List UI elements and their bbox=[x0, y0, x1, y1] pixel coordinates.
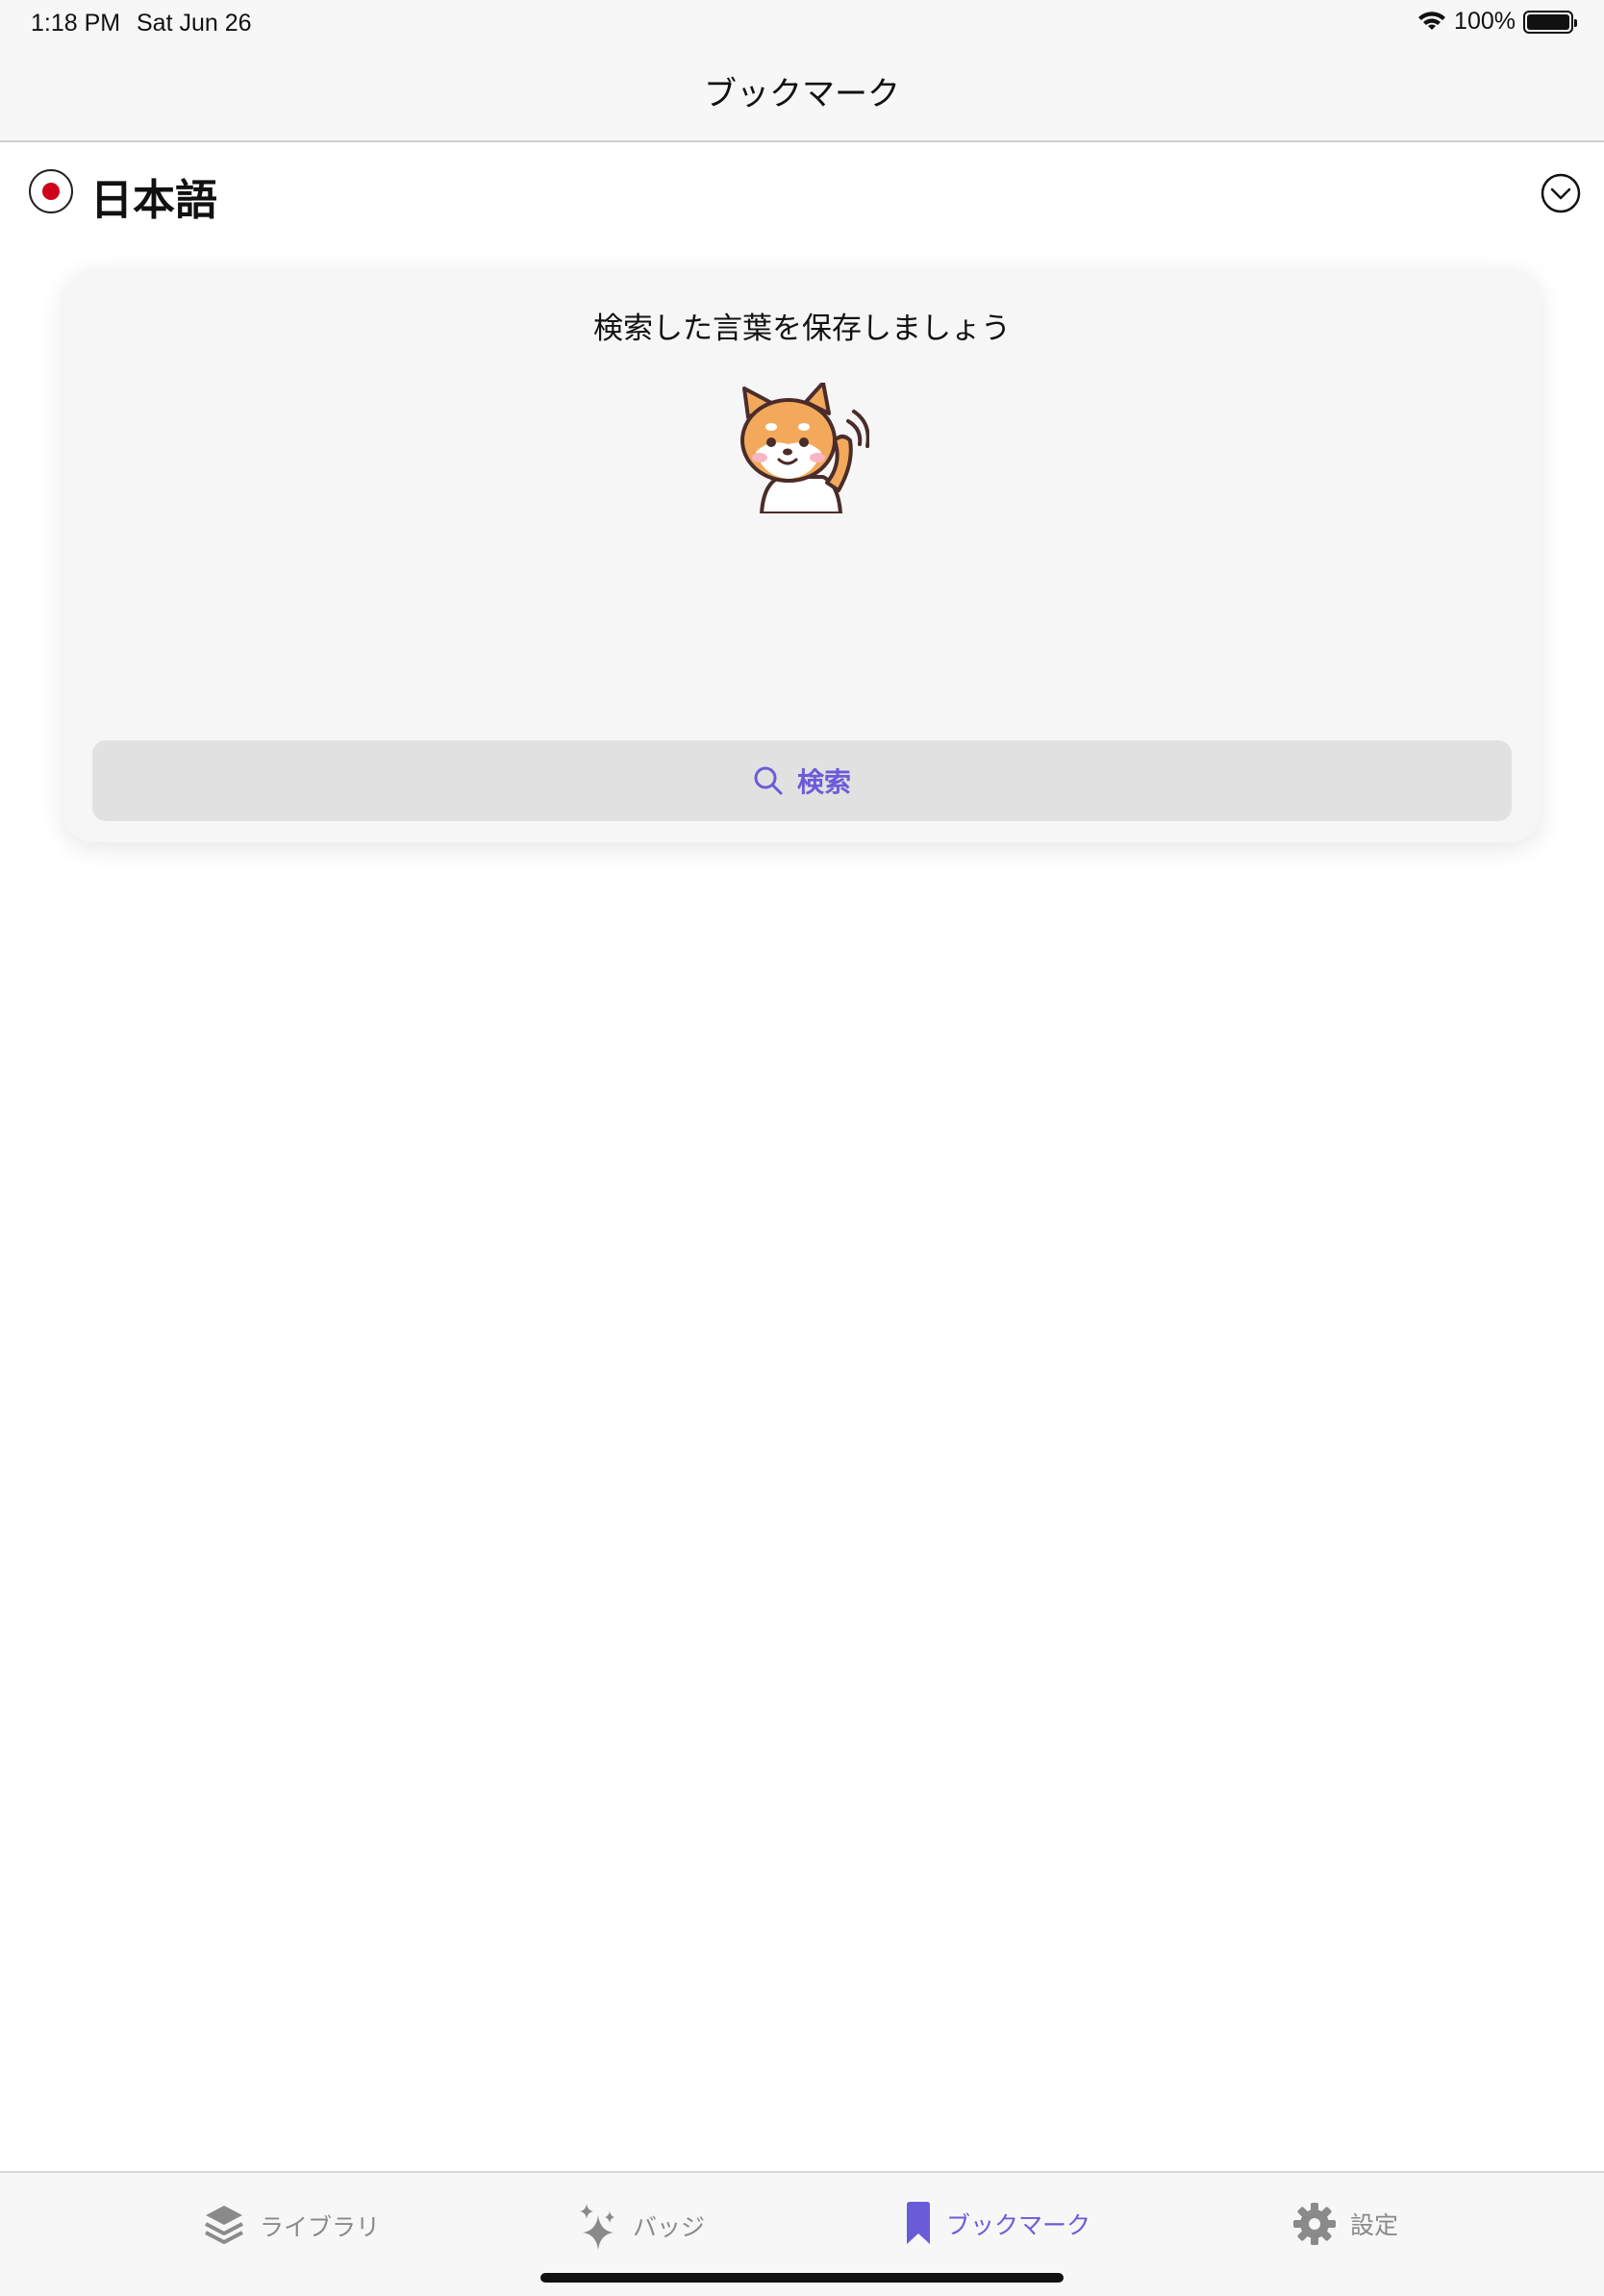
tab-settings-label: 設定 bbox=[1350, 2211, 1399, 2239]
search-icon bbox=[754, 766, 783, 795]
bookmark-icon bbox=[907, 2202, 930, 2244]
status-bar: 1:18 PM Sat Jun 26 100% bbox=[0, 0, 1604, 46]
tab-bookmarks[interactable]: ブックマーク bbox=[904, 2202, 1090, 2246]
empty-bookmarks-card: 検索した言葉を保存しましょう 検索 bbox=[63, 269, 1541, 842]
tab-settings[interactable]: 設定 bbox=[1292, 2202, 1398, 2246]
status-right: 100% bbox=[1417, 8, 1577, 36]
search-button[interactable]: 検索 bbox=[92, 740, 1512, 821]
language-selector[interactable]: 日本語 bbox=[0, 144, 1604, 244]
tab-badges-label: バッジ bbox=[633, 2213, 706, 2241]
empty-state-message: 検索した言葉を保存しましょう bbox=[593, 312, 1011, 346]
page-title: ブックマーク bbox=[704, 75, 900, 113]
shiba-dog-mascot bbox=[740, 383, 869, 513]
status-time: 1:18 PM bbox=[31, 10, 121, 37]
top-bar: 1:18 PM Sat Jun 26 100% ブックマーク bbox=[0, 0, 1604, 142]
chevron-down-circle-icon[interactable] bbox=[1541, 173, 1581, 213]
tab-bookmarks-label: ブックマーク bbox=[946, 2211, 1091, 2239]
sparkles-icon bbox=[580, 2204, 614, 2250]
battery-icon bbox=[1523, 10, 1577, 34]
language-name: 日本語 bbox=[90, 176, 217, 225]
tab-library-label: ライブラリ bbox=[260, 2213, 381, 2241]
tab-badges[interactable]: バッジ bbox=[577, 2202, 705, 2250]
battery-percent: 100% bbox=[1454, 8, 1516, 35]
gear-icon bbox=[1293, 2203, 1336, 2245]
status-date: Sat Jun 26 bbox=[137, 10, 252, 37]
home-indicator[interactable] bbox=[540, 2273, 1064, 2283]
layers-icon bbox=[205, 2206, 243, 2244]
japan-flag-icon bbox=[29, 169, 73, 213]
search-button-label: 検索 bbox=[796, 766, 851, 798]
tab-library[interactable]: ライブラリ bbox=[202, 2202, 380, 2250]
wifi-icon bbox=[1418, 11, 1446, 30]
